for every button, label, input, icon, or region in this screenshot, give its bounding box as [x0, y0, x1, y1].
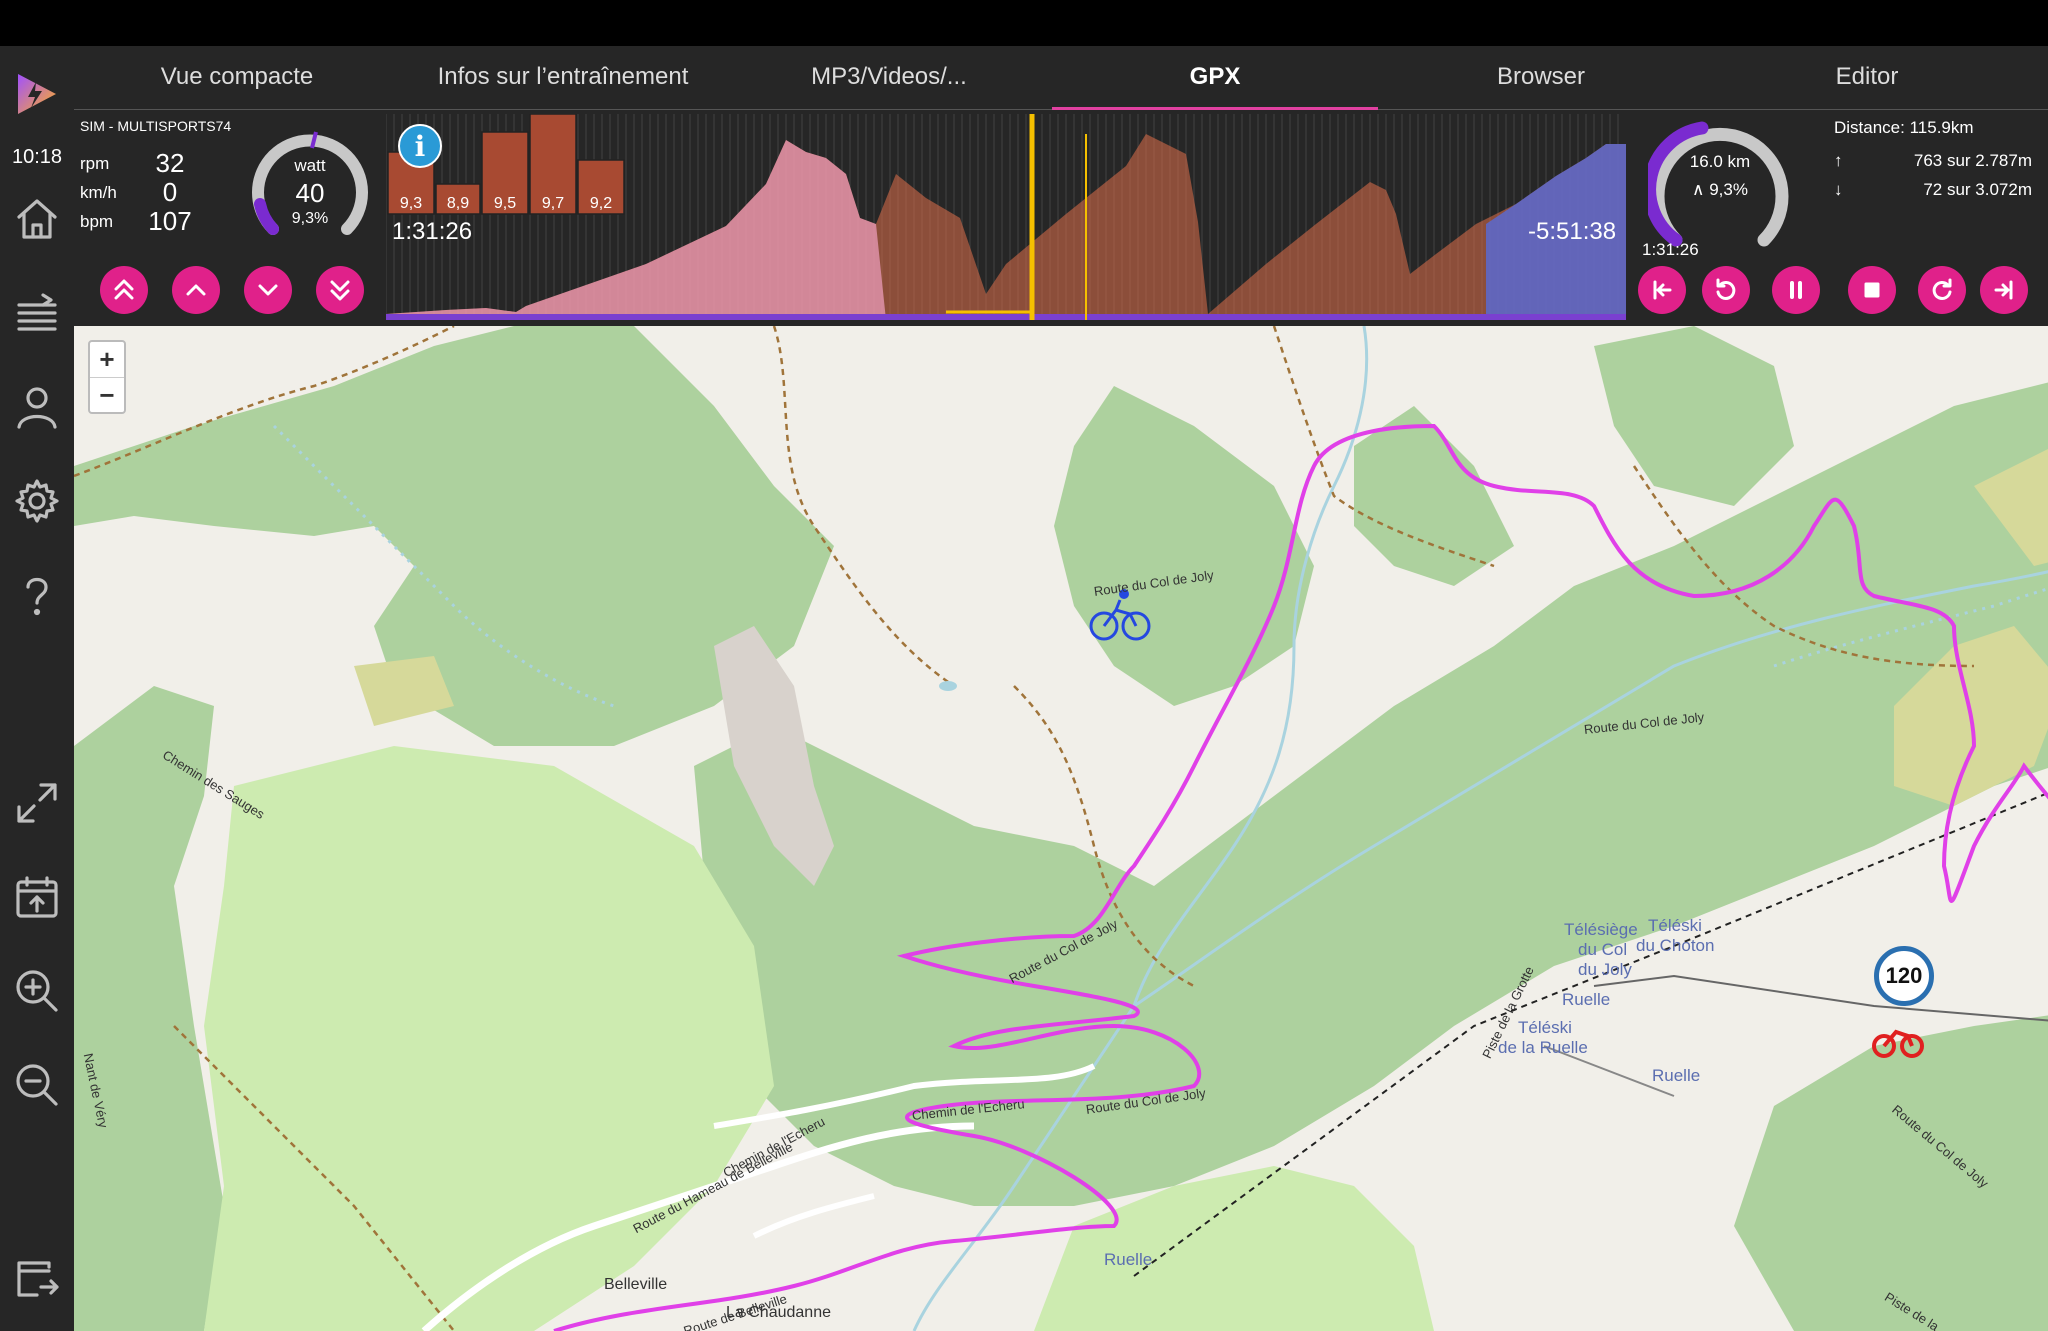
trail-dashed: [772, 326, 955, 688]
distance-ring: 16.0 km ∧ 9,3%: [1643, 116, 1792, 260]
meadow-area: [204, 746, 774, 1331]
device-name: SIM - MULTISPORTS74: [80, 118, 232, 134]
descent-arrow-icon: ↓: [1834, 180, 1843, 199]
map-label-du-choton: du Choton: [1636, 936, 1715, 955]
level-up-fast-button[interactable]: [100, 266, 148, 314]
ascent-arrow-icon: ↑: [1834, 151, 1843, 170]
forest-area: [74, 326, 834, 746]
sidebar: 10:18: [0, 46, 74, 1331]
map-zoom-in-button[interactable]: +: [90, 342, 124, 378]
grade-bar-label: 8,9: [447, 195, 469, 212]
map-label-ruelle: Ruelle: [1562, 990, 1611, 1009]
level-down-button[interactable]: [244, 266, 292, 314]
route-map[interactable]: + − 120 Télésiège du Col du Joly Téléski…: [74, 326, 2048, 1331]
top-bar: [0, 0, 2048, 46]
workout-list-icon[interactable]: [10, 286, 64, 340]
tab-mp3-videos[interactable]: MP3/Videos/...: [726, 46, 1052, 110]
map-label-teleski-choton: Téléski: [1648, 916, 1702, 935]
grade-bar-label: 9,7: [542, 195, 564, 212]
app-logo-icon[interactable]: [12, 70, 60, 118]
map-label-ruelle-lift: Ruelle: [1652, 1066, 1701, 1085]
elapsed-time: 1:31:26: [392, 218, 473, 245]
pause-button[interactable]: [1772, 266, 1820, 314]
remaining-time: -5:51:38: [1528, 218, 1617, 245]
help-question-icon[interactable]: [10, 568, 64, 622]
fullscreen-expand-icon[interactable]: [10, 776, 64, 830]
stop-button[interactable]: [1848, 266, 1896, 314]
map-zoom-control: + −: [88, 340, 126, 414]
grade-bar-label: 9,2: [590, 195, 612, 212]
upload-calendar-icon[interactable]: [10, 870, 64, 924]
tab-browser[interactable]: Browser: [1378, 46, 1704, 110]
power-value: 40: [295, 178, 325, 208]
map-label-belleville: Belleville: [604, 1276, 668, 1293]
map-label-du-joly: du Joly: [1578, 960, 1632, 979]
map-label-du-col: du Col: [1578, 940, 1628, 959]
metric-rpm: rpm 32: [80, 148, 200, 178]
tab-bar: Vue compacte Infos sur l’entraînement MP…: [74, 46, 2048, 110]
metric-unit: km/h: [80, 183, 117, 202]
ring-grade: ∧ 9,3%: [1692, 180, 1748, 199]
map-zoom-out-button[interactable]: −: [90, 378, 124, 414]
road: [752, 1193, 875, 1239]
forest-area: [1354, 406, 1514, 586]
clock: 10:18: [11, 146, 63, 168]
map-label-ruelle-village: Ruelle: [1104, 1250, 1153, 1269]
power-grade: 9,3%: [291, 210, 329, 227]
map-label-teleski-ruelle: Téléski: [1518, 1018, 1572, 1037]
metric-value: 0: [162, 177, 178, 207]
tab-vue-compacte[interactable]: Vue compacte: [74, 46, 400, 110]
ring-time: 1:31:26: [1642, 240, 1699, 259]
total-distance: Distance: 115.9km: [1834, 118, 1974, 137]
metric-speed: km/h 0: [80, 177, 200, 207]
elevation-profile[interactable]: 9,3 8,9 9,5 9,7 9,2: [385, 113, 1626, 320]
map-label-telesiege: Télésiège: [1564, 920, 1638, 939]
home-icon[interactable]: [10, 192, 64, 246]
tab-infos-entrainement[interactable]: Infos sur l’entraînement: [400, 46, 726, 110]
rewind-button[interactable]: [1702, 266, 1750, 314]
grade-bar-label: 9,5: [494, 195, 516, 212]
forest-area: [1594, 326, 1794, 506]
descent-value: 72 sur 3.072m: [1923, 180, 2032, 199]
power-unit: watt: [294, 156, 326, 175]
settings-gear-icon[interactable]: [10, 474, 64, 528]
forest-area: [1054, 386, 1314, 706]
ring-distance: 16.0 km: [1689, 152, 1751, 171]
level-down-fast-button[interactable]: [316, 266, 364, 314]
metric-unit: rpm: [80, 154, 110, 173]
lake: [939, 681, 957, 691]
power-gauge: watt 40 9,3%: [246, 126, 374, 254]
tab-gpx[interactable]: GPX: [1052, 46, 1378, 110]
level-up-button[interactable]: [172, 266, 220, 314]
speed-limit-sign: 120: [1874, 946, 1934, 1006]
ascent-value: 763 sur 2.787m: [1913, 151, 2032, 170]
grade-bar-label: 9,3: [400, 195, 422, 212]
map-label-de-la-ruelle: de la Ruelle: [1498, 1038, 1588, 1057]
zoom-in-icon[interactable]: [10, 964, 64, 1018]
ski-lift: [1593, 974, 2048, 1022]
metric-value: 32: [155, 148, 185, 178]
metric-value: 107: [148, 206, 192, 236]
zoom-out-icon[interactable]: [10, 1058, 64, 1112]
info-icon[interactable]: i: [398, 124, 442, 168]
metric-unit: bpm: [80, 212, 114, 231]
user-profile-icon[interactable]: [10, 380, 64, 434]
tab-editor[interactable]: Editor: [1704, 46, 2030, 110]
skip-to-end-button[interactable]: [1980, 266, 2028, 314]
exit-icon[interactable]: [10, 1252, 64, 1306]
metric-heart-rate: bpm 107: [80, 206, 200, 236]
skip-to-start-button[interactable]: [1638, 266, 1686, 314]
forward-button[interactable]: [1918, 266, 1966, 314]
